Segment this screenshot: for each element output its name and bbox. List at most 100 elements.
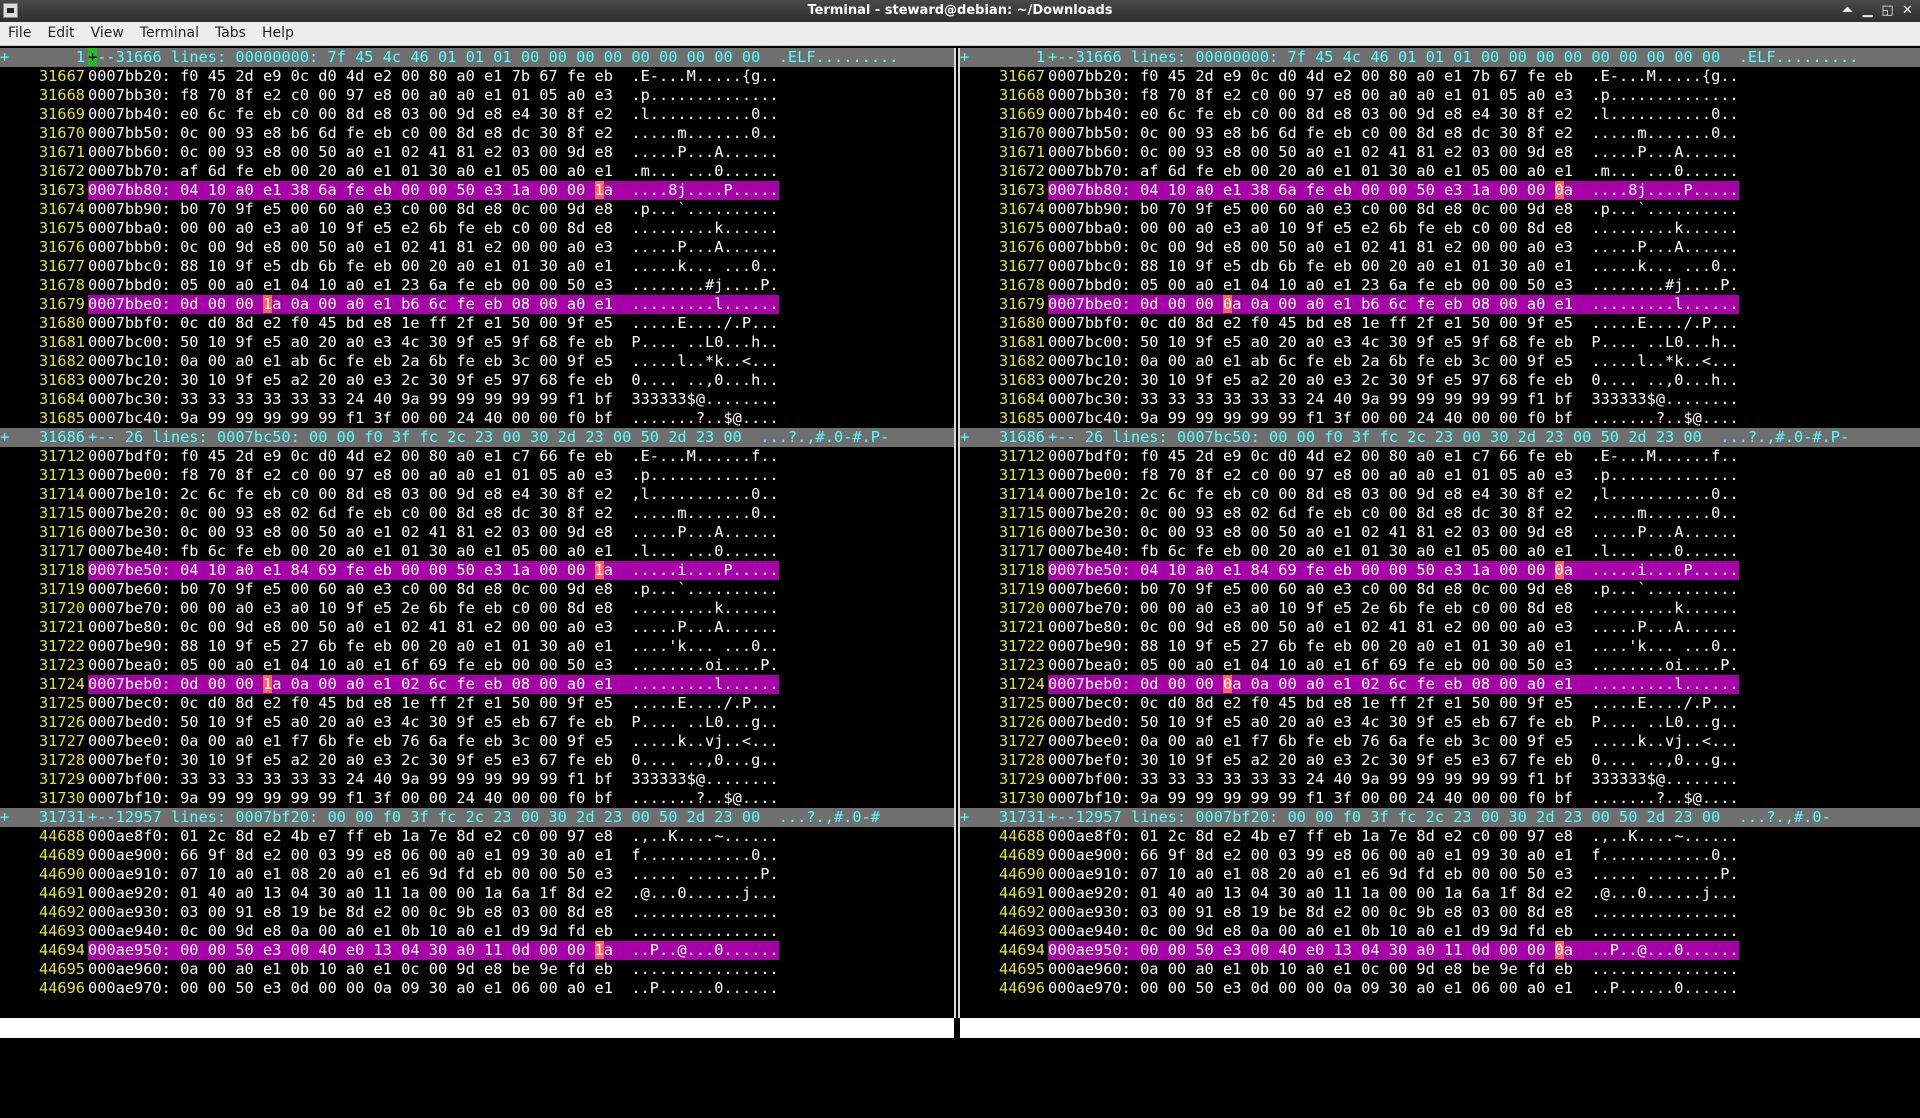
hex-line[interactable]: 44689 000ae900: 66 9f 8d e2 00 03 99 e8 0… bbox=[960, 846, 1920, 865]
fold-line[interactable]: +31686 +-- 26 lines: 0007bc50: 00 00 f0 3… bbox=[0, 428, 954, 447]
hex-line[interactable]: 44696 000ae970: 00 00 50 e3 0d 00 00 0a 0… bbox=[960, 979, 1920, 998]
fold-line[interactable]: +1 +--31666 lines: 00000000: 7f 45 4c 46 … bbox=[960, 48, 1920, 67]
hex-line[interactable]: 31678 0007bbd0: 05 00 a0 e1 04 10 a0 e1 2… bbox=[960, 276, 1920, 295]
shade-icon[interactable]: ⏶ bbox=[1839, 2, 1856, 19]
hex-line[interactable]: 31725 0007bec0: 0c d0 8d e2 f0 45 bd e8 1… bbox=[960, 694, 1920, 713]
hex-line[interactable]: 31713 0007be00: f8 70 8f e2 c0 00 97 e8 0… bbox=[960, 466, 1920, 485]
hex-line[interactable]: 31721 0007be80: 0c 00 9d e8 00 50 a0 e1 0… bbox=[960, 618, 1920, 637]
hex-line[interactable]: 31716 0007be30: 0c 00 93 e8 00 50 a0 e1 0… bbox=[0, 523, 954, 542]
diff-line[interactable]: 31679 0007bbe0: 0d 00 00 0a 0a 00 a0 e1 b… bbox=[960, 295, 1920, 314]
hex-line[interactable]: 44689 000ae900: 66 9f 8d e2 00 03 99 e8 0… bbox=[0, 846, 954, 865]
hex-line[interactable]: 31722 0007be90: 88 10 9f e5 27 6b fe eb 0… bbox=[960, 637, 1920, 656]
hex-line[interactable]: 31714 0007be10: 2c 6c fe eb c0 00 8d e8 0… bbox=[0, 485, 954, 504]
hex-line[interactable]: 31713 0007be00: f8 70 8f e2 c0 00 97 e8 0… bbox=[0, 466, 954, 485]
hex-line[interactable]: 31728 0007bef0: 30 10 9f e5 a2 20 a0 e3 2… bbox=[960, 751, 1920, 770]
hex-line[interactable]: 44691 000ae920: 01 40 a0 13 04 30 a0 11 1… bbox=[960, 884, 1920, 903]
hex-line[interactable]: 31667 0007bb20: f0 45 2d e9 0c d0 4d e2 0… bbox=[0, 67, 954, 86]
diff-line[interactable]: 31718 0007be50: 04 10 a0 e1 84 69 fe eb 0… bbox=[0, 561, 954, 580]
hex-line[interactable]: 31680 0007bbf0: 0c d0 8d e2 f0 45 bd e8 1… bbox=[0, 314, 954, 333]
hex-line[interactable]: 31721 0007be80: 0c 00 9d e8 00 50 a0 e1 0… bbox=[0, 618, 954, 637]
hex-line[interactable]: 31719 0007be60: b0 70 9f e5 00 60 a0 e3 c… bbox=[0, 580, 954, 599]
hex-line[interactable]: 31712 0007bdf0: f0 45 2d e9 0c d0 4d e2 0… bbox=[960, 447, 1920, 466]
hex-line[interactable]: 44688 000ae8f0: 01 2c 8d e2 4b e7 ff eb 1… bbox=[960, 827, 1920, 846]
hex-line[interactable]: 31712 0007bdf0: f0 45 2d e9 0c d0 4d e2 0… bbox=[0, 447, 954, 466]
terminal-area[interactable]: +1 +--31666 lines: 00000000: 7f 45 4c 46 … bbox=[0, 46, 1920, 1097]
close-icon[interactable]: ✕ bbox=[1899, 2, 1916, 19]
hex-line[interactable]: 31680 0007bbf0: 0c d0 8d e2 f0 45 bd e8 1… bbox=[960, 314, 1920, 333]
hex-line[interactable]: 31671 0007bb60: 0c 00 93 e8 00 50 a0 e1 0… bbox=[0, 143, 954, 162]
fold-line[interactable]: +31731 +--12957 lines: 0007bf20: 00 00 f0… bbox=[960, 808, 1920, 827]
fold-line[interactable]: +31731 +--12957 lines: 0007bf20: 00 00 f0… bbox=[0, 808, 954, 827]
command-line[interactable] bbox=[0, 1038, 1920, 1049]
vim-pane-new[interactable]: +1 +--31666 lines: 00000000: 7f 45 4c 46 … bbox=[960, 48, 1920, 1048]
menu-edit[interactable]: Edit bbox=[39, 22, 82, 45]
hex-line[interactable]: 31726 0007bed0: 50 10 9f e5 a0 20 a0 e3 4… bbox=[960, 713, 1920, 732]
hex-line[interactable]: 31667 0007bb20: f0 45 2d e9 0c d0 4d e2 0… bbox=[960, 67, 1920, 86]
fold-line[interactable]: +31686 +-- 26 lines: 0007bc50: 00 00 f0 3… bbox=[960, 428, 1920, 447]
hex-line[interactable]: 31719 0007be60: b0 70 9f e5 00 60 a0 e3 c… bbox=[960, 580, 1920, 599]
hex-line[interactable]: 31714 0007be10: 2c 6c fe eb c0 00 8d e8 0… bbox=[960, 485, 1920, 504]
hex-line[interactable]: 31730 0007bf10: 9a 99 99 99 99 99 f1 3f 0… bbox=[960, 789, 1920, 808]
menu-view[interactable]: View bbox=[83, 22, 132, 45]
fold-line[interactable]: +1 +--31666 lines: 00000000: 7f 45 4c 46 … bbox=[0, 48, 954, 67]
hex-line[interactable]: 31668 0007bb30: f8 70 8f e2 c0 00 97 e8 0… bbox=[0, 86, 954, 105]
hex-line[interactable]: 31729 0007bf00: 33 33 33 33 33 33 24 40 9… bbox=[0, 770, 954, 789]
window-titlebar[interactable]: Terminal - steward@debian: ~/Downloads ⏶… bbox=[0, 0, 1920, 22]
hex-line[interactable]: 31672 0007bb70: af 6d fe eb 00 20 a0 e1 0… bbox=[960, 162, 1920, 181]
hex-line[interactable]: 31677 0007bbc0: 88 10 9f e5 db 6b fe eb 0… bbox=[0, 257, 954, 276]
hex-line[interactable]: 31729 0007bf00: 33 33 33 33 33 33 24 40 9… bbox=[960, 770, 1920, 789]
hex-line[interactable]: 31715 0007be20: 0c 00 93 e8 02 6d fe eb c… bbox=[0, 504, 954, 523]
hex-line[interactable]: 44693 000ae940: 0c 00 9d e8 0a 00 a0 e1 0… bbox=[960, 922, 1920, 941]
hex-line[interactable]: 31725 0007bec0: 0c d0 8d e2 f0 45 bd e8 1… bbox=[0, 694, 954, 713]
hex-line[interactable]: 31720 0007be70: 00 00 a0 e3 a0 10 9f e5 2… bbox=[0, 599, 954, 618]
hex-line[interactable]: 31669 0007bb40: e0 6c fe eb c0 00 8d e8 0… bbox=[0, 105, 954, 124]
hex-line[interactable]: 31717 0007be40: fb 6c fe eb 00 20 a0 e1 0… bbox=[0, 542, 954, 561]
hex-line[interactable]: 31723 0007bea0: 05 00 a0 e1 04 10 a0 e1 6… bbox=[0, 656, 954, 675]
menu-help[interactable]: Help bbox=[254, 22, 302, 45]
hex-line[interactable]: 31717 0007be40: fb 6c fe eb 00 20 a0 e1 0… bbox=[960, 542, 1920, 561]
hex-line[interactable]: 31671 0007bb60: 0c 00 93 e8 00 50 a0 e1 0… bbox=[960, 143, 1920, 162]
vim-pane-old[interactable]: +1 +--31666 lines: 00000000: 7f 45 4c 46 … bbox=[0, 48, 954, 1048]
hex-line[interactable]: 44692 000ae930: 03 00 91 e8 19 be 8d e2 0… bbox=[960, 903, 1920, 922]
diff-line[interactable]: 31673 0007bb80: 04 10 a0 e1 38 6a fe eb 0… bbox=[960, 181, 1920, 200]
hex-line[interactable]: 31684 0007bc30: 33 33 33 33 33 33 24 40 9… bbox=[960, 390, 1920, 409]
hex-line[interactable]: 31685 0007bc40: 9a 99 99 99 99 99 f1 3f 0… bbox=[960, 409, 1920, 428]
hex-line[interactable]: 31674 0007bb90: b0 70 9f e5 00 60 a0 e3 c… bbox=[0, 200, 954, 219]
hex-line[interactable]: 31730 0007bf10: 9a 99 99 99 99 99 f1 3f 0… bbox=[0, 789, 954, 808]
hex-line[interactable]: 31672 0007bb70: af 6d fe eb 00 20 a0 e1 0… bbox=[0, 162, 954, 181]
hex-line[interactable]: 31727 0007bee0: 0a 00 a0 e1 f7 6b fe eb 7… bbox=[0, 732, 954, 751]
hex-line[interactable]: 31726 0007bed0: 50 10 9f e5 a0 20 a0 e3 4… bbox=[0, 713, 954, 732]
hex-line[interactable]: 44690 000ae910: 07 10 a0 e1 08 20 a0 e1 e… bbox=[0, 865, 954, 884]
hex-line[interactable]: 44691 000ae920: 01 40 a0 13 04 30 a0 11 1… bbox=[0, 884, 954, 903]
hex-line[interactable]: 31684 0007bc30: 33 33 33 33 33 33 24 40 9… bbox=[0, 390, 954, 409]
hex-line[interactable]: 31722 0007be90: 88 10 9f e5 27 6b fe eb 0… bbox=[0, 637, 954, 656]
diff-line[interactable]: 31724 0007beb0: 0d 00 00 1a 0a 00 a0 e1 0… bbox=[0, 675, 954, 694]
hex-line[interactable]: 31685 0007bc40: 9a 99 99 99 99 99 f1 3f 0… bbox=[0, 409, 954, 428]
hex-line[interactable]: 31683 0007bc20: 30 10 9f e5 a2 20 a0 e3 2… bbox=[0, 371, 954, 390]
hex-line[interactable]: 31682 0007bc10: 0a 00 a0 e1 ab 6c fe eb 2… bbox=[960, 352, 1920, 371]
maximize-icon[interactable]: ◱ bbox=[1879, 2, 1896, 19]
hex-line[interactable]: 31668 0007bb30: f8 70 8f e2 c0 00 97 e8 0… bbox=[960, 86, 1920, 105]
hex-line[interactable]: 44692 000ae930: 03 00 91 e8 19 be 8d e2 0… bbox=[0, 903, 954, 922]
diff-line[interactable]: 31679 0007bbe0: 0d 00 00 1a 0a 00 a0 e1 b… bbox=[0, 295, 954, 314]
hex-line[interactable]: 44695 000ae960: 0a 00 a0 e1 0b 10 a0 e1 0… bbox=[0, 960, 954, 979]
hex-line[interactable]: 31678 0007bbd0: 05 00 a0 e1 04 10 a0 e1 2… bbox=[0, 276, 954, 295]
hex-line[interactable]: 31715 0007be20: 0c 00 93 e8 02 6d fe eb c… bbox=[960, 504, 1920, 523]
hex-line[interactable]: 44695 000ae960: 0a 00 a0 e1 0b 10 a0 e1 0… bbox=[960, 960, 1920, 979]
hex-line[interactable]: 31676 0007bbb0: 0c 00 9d e8 00 50 a0 e1 0… bbox=[960, 238, 1920, 257]
hex-line[interactable]: 44696 000ae970: 00 00 50 e3 0d 00 00 0a 0… bbox=[0, 979, 954, 998]
diff-line[interactable]: 31718 0007be50: 04 10 a0 e1 84 69 fe eb 0… bbox=[960, 561, 1920, 580]
hex-line[interactable]: 31727 0007bee0: 0a 00 a0 e1 f7 6b fe eb 7… bbox=[960, 732, 1920, 751]
menu-terminal[interactable]: Terminal bbox=[132, 22, 207, 45]
diff-line[interactable]: 31673 0007bb80: 04 10 a0 e1 38 6a fe eb 0… bbox=[0, 181, 954, 200]
hex-line[interactable]: 31720 0007be70: 00 00 a0 e3 a0 10 9f e5 2… bbox=[960, 599, 1920, 618]
minimize-icon[interactable]: ▁ bbox=[1859, 2, 1876, 19]
hex-line[interactable]: 31683 0007bc20: 30 10 9f e5 a2 20 a0 e3 2… bbox=[960, 371, 1920, 390]
hex-line[interactable]: 44690 000ae910: 07 10 a0 e1 08 20 a0 e1 e… bbox=[960, 865, 1920, 884]
diff-line[interactable]: 31724 0007beb0: 0d 00 00 0a 0a 00 a0 e1 0… bbox=[960, 675, 1920, 694]
hex-line[interactable]: 31669 0007bb40: e0 6c fe eb c0 00 8d e8 0… bbox=[960, 105, 1920, 124]
hex-line[interactable]: 31675 0007bba0: 00 00 a0 e3 a0 10 9f e5 e… bbox=[0, 219, 954, 238]
hex-line[interactable]: 31716 0007be30: 0c 00 93 e8 00 50 a0 e1 0… bbox=[960, 523, 1920, 542]
hex-line[interactable]: 31670 0007bb50: 0c 00 93 e8 b6 6d fe eb c… bbox=[960, 124, 1920, 143]
hex-line[interactable]: 31676 0007bbb0: 0c 00 9d e8 00 50 a0 e1 0… bbox=[0, 238, 954, 257]
